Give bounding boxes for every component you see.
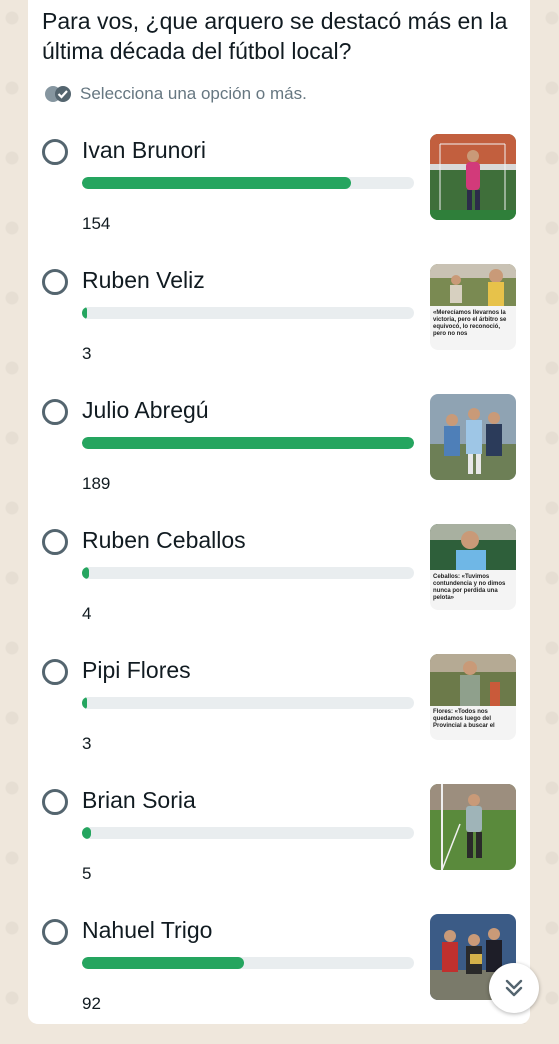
vote-bar bbox=[82, 827, 414, 839]
option-label: Pipi Flores bbox=[82, 657, 191, 683]
vote-bar bbox=[82, 177, 414, 189]
option-label: Julio Abregú bbox=[82, 397, 209, 423]
option-label: Nahuel Trigo bbox=[82, 917, 213, 943]
poll-option[interactable]: Nahuel Trigo 92 bbox=[28, 914, 530, 1044]
double-chevron-down-icon bbox=[505, 979, 523, 997]
option-label: Ivan Brunori bbox=[82, 137, 207, 163]
photo-news-icon[interactable]: Flores: «Todos nos quedamos luego del Pr… bbox=[430, 654, 516, 740]
poll-hint-text: Selecciona una opción o más. bbox=[80, 84, 307, 103]
vote-count: 3 bbox=[82, 344, 92, 363]
option-label: Ruben Ceballos bbox=[82, 527, 246, 553]
scroll-to-bottom-button[interactable] bbox=[489, 963, 539, 1013]
vote-bar bbox=[82, 697, 414, 709]
vote-bar-fill bbox=[82, 177, 351, 189]
option-radio[interactable] bbox=[42, 919, 68, 945]
thumb-caption: «Merecíamos llevarnos la victoria, pero … bbox=[433, 310, 507, 337]
option-radio[interactable] bbox=[42, 529, 68, 555]
photo-group-icon[interactable] bbox=[430, 394, 516, 480]
option-label: Brian Soria bbox=[82, 787, 196, 813]
poll-option[interactable]: Julio Abregú 189 bbox=[28, 394, 530, 524]
vote-bar bbox=[82, 957, 414, 969]
thumb-caption: Flores: «Todos nos quedamos luego del Pr… bbox=[433, 709, 495, 729]
poll-question: Para vos, ¿que arquero se destacó más en… bbox=[42, 8, 508, 64]
option-radio[interactable] bbox=[42, 789, 68, 815]
option-radio[interactable] bbox=[42, 139, 68, 165]
option-radio[interactable] bbox=[42, 399, 68, 425]
vote-count: 92 bbox=[82, 994, 101, 1013]
vote-bar-fill bbox=[82, 307, 88, 319]
photo-goalkeeper-icon[interactable] bbox=[430, 784, 516, 870]
vote-bar bbox=[82, 307, 414, 319]
vote-count: 154 bbox=[82, 214, 111, 233]
poll-option[interactable]: Ivan Brunori 154 bbox=[28, 134, 530, 264]
vote-bar-fill bbox=[82, 567, 89, 579]
photo-news-icon[interactable]: «Merecíamos llevarnos la victoria, pero … bbox=[430, 264, 516, 350]
vote-count: 189 bbox=[82, 474, 111, 493]
vote-bar-fill bbox=[82, 827, 91, 839]
vote-bar-fill bbox=[82, 697, 88, 709]
vote-count: 5 bbox=[82, 864, 92, 883]
poll-option[interactable]: Ruben Ceballos 4 Ceballos: «Tuvimos cont… bbox=[28, 524, 530, 654]
option-label: Ruben Veliz bbox=[82, 267, 205, 293]
thumb-caption: Ceballos: «Tuvimos contundencia y no dim… bbox=[433, 574, 506, 601]
vote-count: 3 bbox=[82, 734, 92, 753]
photo-goalkeeper-icon[interactable] bbox=[430, 134, 516, 220]
photo-news-icon[interactable]: Ceballos: «Tuvimos contundencia y no dim… bbox=[430, 524, 516, 610]
vote-bar-fill bbox=[82, 957, 244, 969]
vote-bar-fill bbox=[82, 437, 414, 449]
vote-bar bbox=[82, 437, 414, 449]
vote-bar bbox=[82, 567, 414, 579]
double-check-icon bbox=[45, 86, 71, 102]
poll-hint: Selecciona una opción o más. bbox=[44, 83, 307, 105]
option-radio[interactable] bbox=[42, 269, 68, 295]
poll-option[interactable]: Ruben Veliz 3 «Merecíamos llevarnos la v… bbox=[28, 264, 530, 394]
poll-option[interactable]: Brian Soria 5 bbox=[28, 784, 530, 914]
poll-card: Para vos, ¿que arquero se destacó más en… bbox=[28, 0, 530, 1024]
option-radio[interactable] bbox=[42, 659, 68, 685]
poll-option[interactable]: Pipi Flores 3 Flores: «Todos nos quedamo… bbox=[28, 654, 530, 784]
vote-count: 4 bbox=[82, 604, 92, 623]
